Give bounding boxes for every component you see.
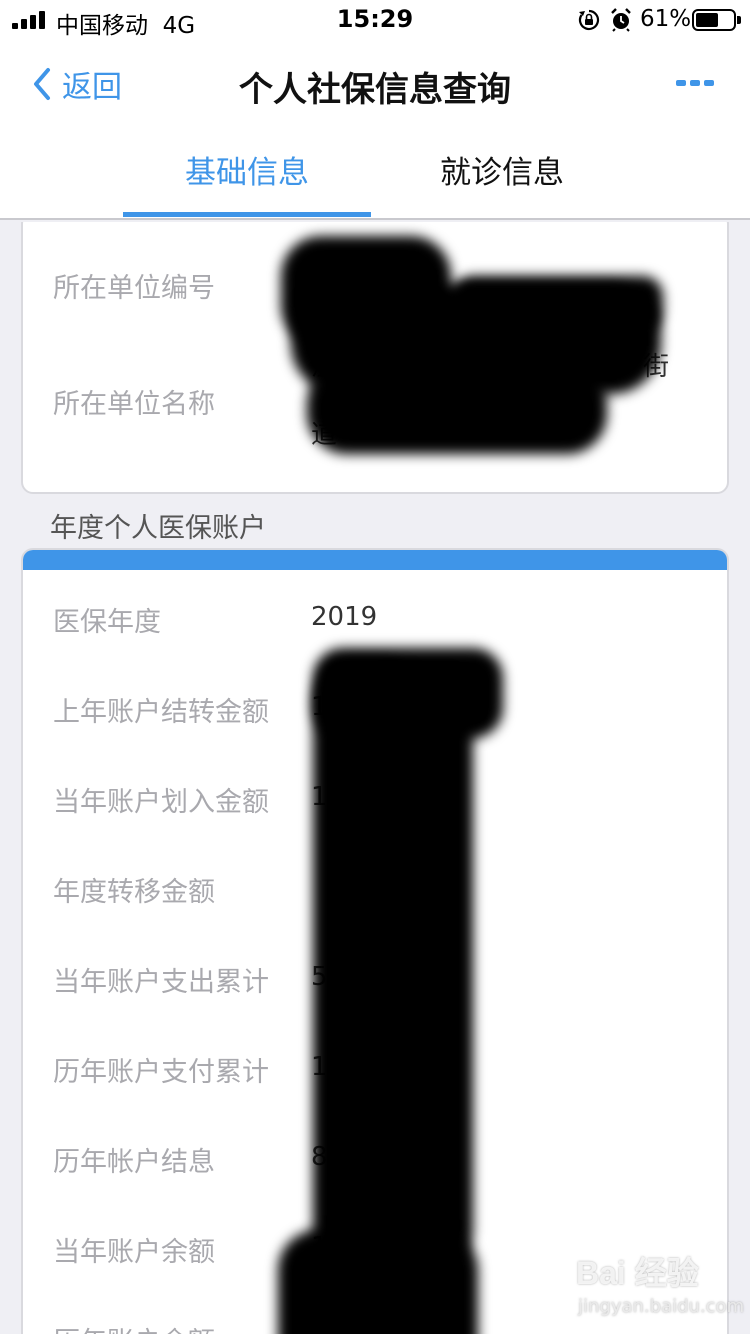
alarm-clock-icon: [611, 8, 631, 32]
row-value-medical-year: 2019: [311, 602, 378, 632]
section-title-annual-account: 年度个人医保账户: [50, 513, 266, 544]
unit-info-card: 所在单位编号 306546 温 街 所在单位名称 道: [21, 222, 729, 494]
unit-code-label: 所在单位编号: [53, 273, 215, 304]
status-time: 15:29: [336, 5, 414, 33]
row-label-medical-year: 医保年度: [53, 607, 161, 638]
annual-account-card: 医保年度 2019 上年账户结转金额 1 当年账户划入金额 1 年度转移金额 当…: [21, 548, 729, 1334]
row-label-current-expense: 当年账户支出累计: [53, 967, 269, 998]
more-options-icon[interactable]: [676, 80, 716, 88]
tab-bar: 基础信息 就诊信息: [0, 128, 750, 220]
unit-name-label: 所在单位名称: [53, 389, 215, 420]
row-label-history-balance: 历年账户余额: [53, 1320, 215, 1334]
tab-basic-info[interactable]: 基础信息: [123, 128, 371, 218]
status-bar: 中国移动 4G 15:29 61%: [0, 0, 750, 40]
row-label-history-payment: 历年账户支付累计: [53, 1057, 269, 1088]
redaction-mark: [278, 1230, 478, 1334]
row-label-annual-transfer: 年度转移金额: [53, 877, 215, 908]
battery-percentage: 61%: [640, 6, 692, 32]
row-label-current-credit: 当年账户划入金额: [53, 787, 269, 818]
row-label-prev-carryover: 上年账户结转金额: [53, 697, 269, 728]
redaction-mark: [363, 670, 473, 1270]
rotation-lock-icon: [578, 9, 600, 31]
tab-clinic-info[interactable]: 就诊信息: [378, 128, 626, 218]
card-accent-strip: [23, 550, 727, 570]
content-scroll-area[interactable]: 所在单位编号 306546 温 街 所在单位名称 道 年度个人医保账户 医保年度…: [0, 222, 750, 1334]
row-label-history-interest: 历年帐户结息: [53, 1147, 215, 1178]
redaction-mark: [453, 276, 663, 332]
page-title: 个人社保信息查询: [239, 70, 511, 110]
active-tab-indicator: [123, 212, 371, 217]
battery-icon: [692, 9, 741, 31]
row-label-current-balance: 当年账户余额: [53, 1237, 215, 1268]
battery-fill: [696, 13, 718, 27]
watermark-brand: Bai 经验: [576, 1255, 699, 1291]
watermark-site: jingyan.baidu.com: [578, 1296, 745, 1317]
redaction-mark: [307, 364, 607, 454]
navigation-bar: 返回 个人社保信息查询: [0, 40, 750, 128]
baidu-jingyan-watermark: Bai 经验 jingyan.baidu.com: [576, 1248, 744, 1328]
